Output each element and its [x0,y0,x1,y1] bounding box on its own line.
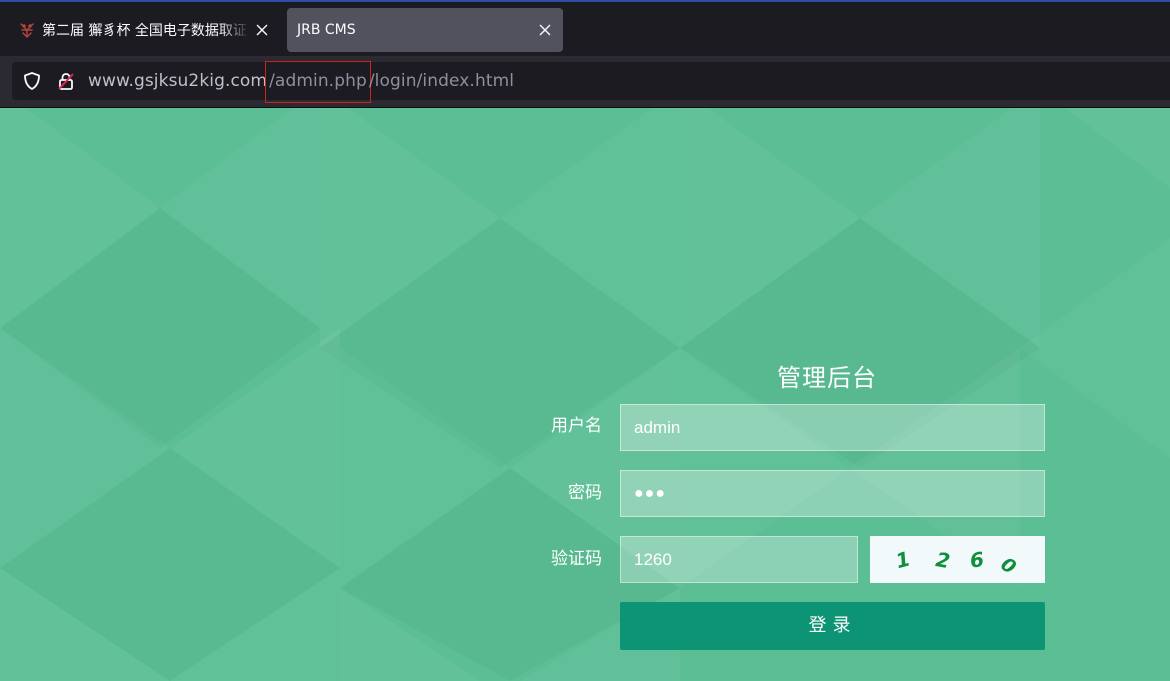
username-input[interactable]: admin [620,404,1045,451]
captcha-image[interactable]: 1 2 6 0 [870,536,1045,583]
tab-title: JRB CMS [297,22,356,38]
captcha-input[interactable]: 1260 [620,536,858,583]
url-highlighted-path: /admin.php [265,61,371,103]
captcha-digit: 0 [997,553,1020,579]
tab-title: 第二届 獬豸杯 全国电子数据取证 [42,23,247,39]
login-page: 管理后台 用户名 admin 密码 ●●● 验证码 1260 1 2 6 0 登… [0,108,1170,681]
password-label: 密码 [568,483,602,503]
login-title: 管理后台 [777,364,877,392]
url-text: www.gsjksu2kig.com/admin.php/login/index… [88,61,515,103]
url-rest-path: /login/index.html [368,71,515,91]
close-tab-icon[interactable] [533,18,557,42]
browser-window: 第二届 獬豸杯 全国电子数据取证 JRB CMS www.gsjksu2kig.… [0,0,1170,681]
login-button[interactable]: 登录 [620,602,1045,650]
captcha-digit: 2 [934,547,952,573]
shield-icon[interactable] [21,70,43,92]
close-tab-icon[interactable] [250,18,274,42]
navigation-bar: www.gsjksu2kig.com/admin.php/login/index… [0,56,1170,108]
captcha-digit: 1 [893,546,913,573]
tab-strip: 第二届 獬豸杯 全国电子数据取证 JRB CMS [0,0,1170,58]
tab-competition[interactable]: 第二届 獬豸杯 全国电子数据取证 [8,8,280,52]
captcha-label: 验证码 [551,549,602,569]
tab-jrb-cms[interactable]: JRB CMS [287,8,563,52]
address-bar[interactable]: www.gsjksu2kig.com/admin.php/login/index… [12,61,1170,103]
password-input[interactable]: ●●● [620,470,1045,517]
url-host: www.gsjksu2kig.com [88,71,268,91]
insecure-lock-icon[interactable] [55,70,77,92]
xiezhi-favicon-icon [18,21,36,39]
captcha-digit: 6 [968,547,985,573]
diamond-background-pattern [0,108,1170,681]
username-label: 用户名 [551,416,602,436]
